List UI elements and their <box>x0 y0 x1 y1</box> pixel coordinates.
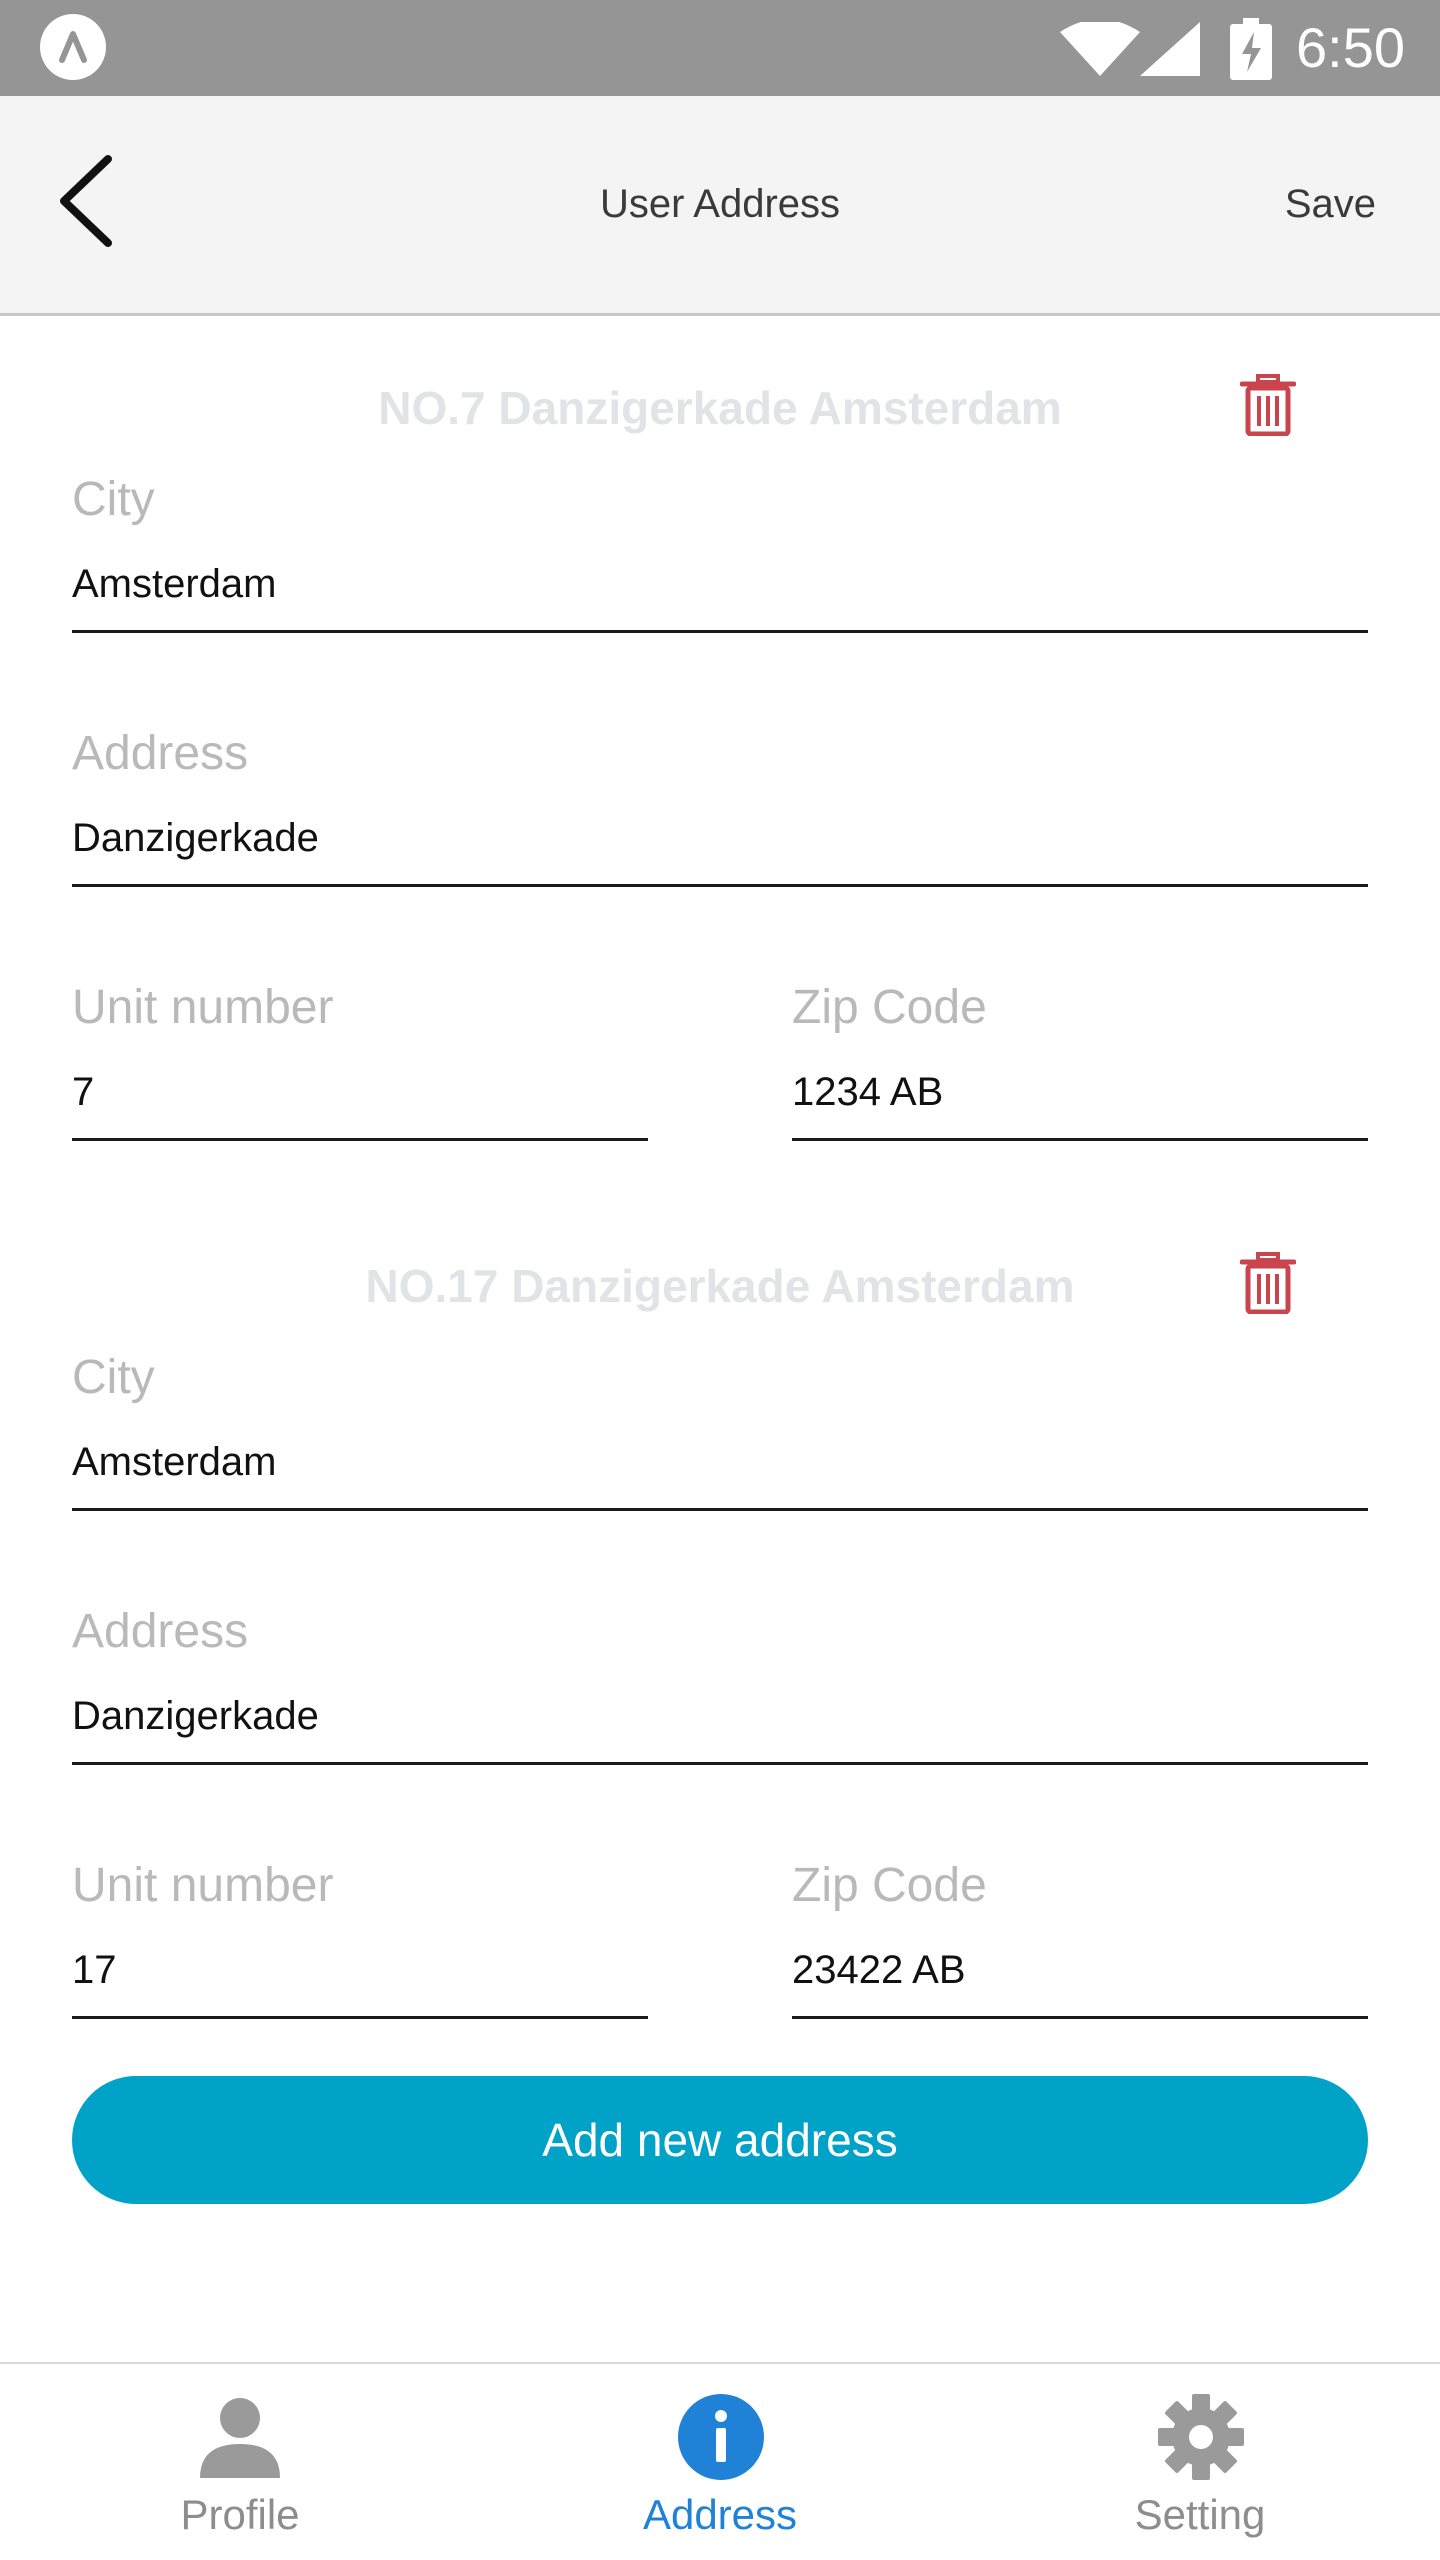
person-icon <box>200 2398 280 2478</box>
unit-number-label: Unit number <box>72 981 334 1034</box>
address-field: Address <box>72 726 1368 896</box>
nav-tab-setting[interactable]: Setting <box>1050 2364 1350 2560</box>
unit-number-field: Unit number <box>72 1858 648 2028</box>
delete-address-button[interactable] <box>1240 374 1296 436</box>
cellular-signal-icon <box>1140 22 1200 76</box>
unit-number-field: Unit number <box>72 980 648 1150</box>
city-input[interactable] <box>72 1430 1368 1511</box>
address-card-heading: NO.17 Danzigerkade Amsterdam <box>365 1260 1075 1312</box>
nav-tab-label: Profile <box>180 2491 300 2538</box>
clock: 6:50 <box>1296 16 1405 79</box>
zip-code-field: Zip Code <box>792 1858 1368 2028</box>
battery-charging-icon <box>1230 18 1272 80</box>
zip-code-label: Zip Code <box>792 1859 987 1912</box>
app-notification-icon <box>40 14 106 80</box>
city-input[interactable] <box>72 552 1368 633</box>
zip-code-input[interactable] <box>792 1060 1368 1141</box>
address-input[interactable] <box>72 806 1368 887</box>
wifi-icon <box>1060 22 1140 76</box>
address-card: NO.7 Danzigerkade Amsterdam City Address… <box>0 374 1440 1158</box>
nav-tab-label: Address <box>642 2491 798 2538</box>
address-label: Address <box>72 1605 249 1658</box>
nav-tab-label: Setting <box>1134 2491 1266 2538</box>
zip-code-input[interactable] <box>792 1938 1368 2019</box>
info-icon <box>678 2394 764 2480</box>
nav-tab-address[interactable]: Address <box>570 2364 870 2560</box>
unit-number-input[interactable] <box>72 1938 648 2019</box>
add-new-address-button[interactable]: Add new address <box>72 2076 1368 2204</box>
city-label: City <box>72 473 155 526</box>
nav-tab-profile[interactable]: Profile <box>90 2364 390 2560</box>
city-field: City <box>72 472 1368 642</box>
zip-code-label: Zip Code <box>792 981 987 1034</box>
status-bar: 6:50 <box>0 0 1440 96</box>
delete-address-button[interactable] <box>1240 1252 1296 1314</box>
app-bar: User Address Save <box>0 96 1440 316</box>
address-label: Address <box>72 727 249 780</box>
city-label: City <box>72 1351 155 1404</box>
page-title: User Address <box>599 182 841 226</box>
city-field: City <box>72 1350 1368 1520</box>
address-card-heading: NO.7 Danzigerkade Amsterdam <box>378 382 1062 434</box>
gear-icon <box>1158 2394 1244 2480</box>
address-input[interactable] <box>72 1684 1368 1765</box>
zip-code-field: Zip Code <box>792 980 1368 1150</box>
bottom-navigation: Profile Address Setting <box>0 2362 1440 2560</box>
address-card: NO.17 Danzigerkade Amsterdam City Addres… <box>0 1252 1440 2036</box>
unit-number-label: Unit number <box>72 1859 334 1912</box>
unit-number-input[interactable] <box>72 1060 648 1141</box>
address-field: Address <box>72 1604 1368 1774</box>
save-button[interactable]: Save <box>1285 180 1376 228</box>
